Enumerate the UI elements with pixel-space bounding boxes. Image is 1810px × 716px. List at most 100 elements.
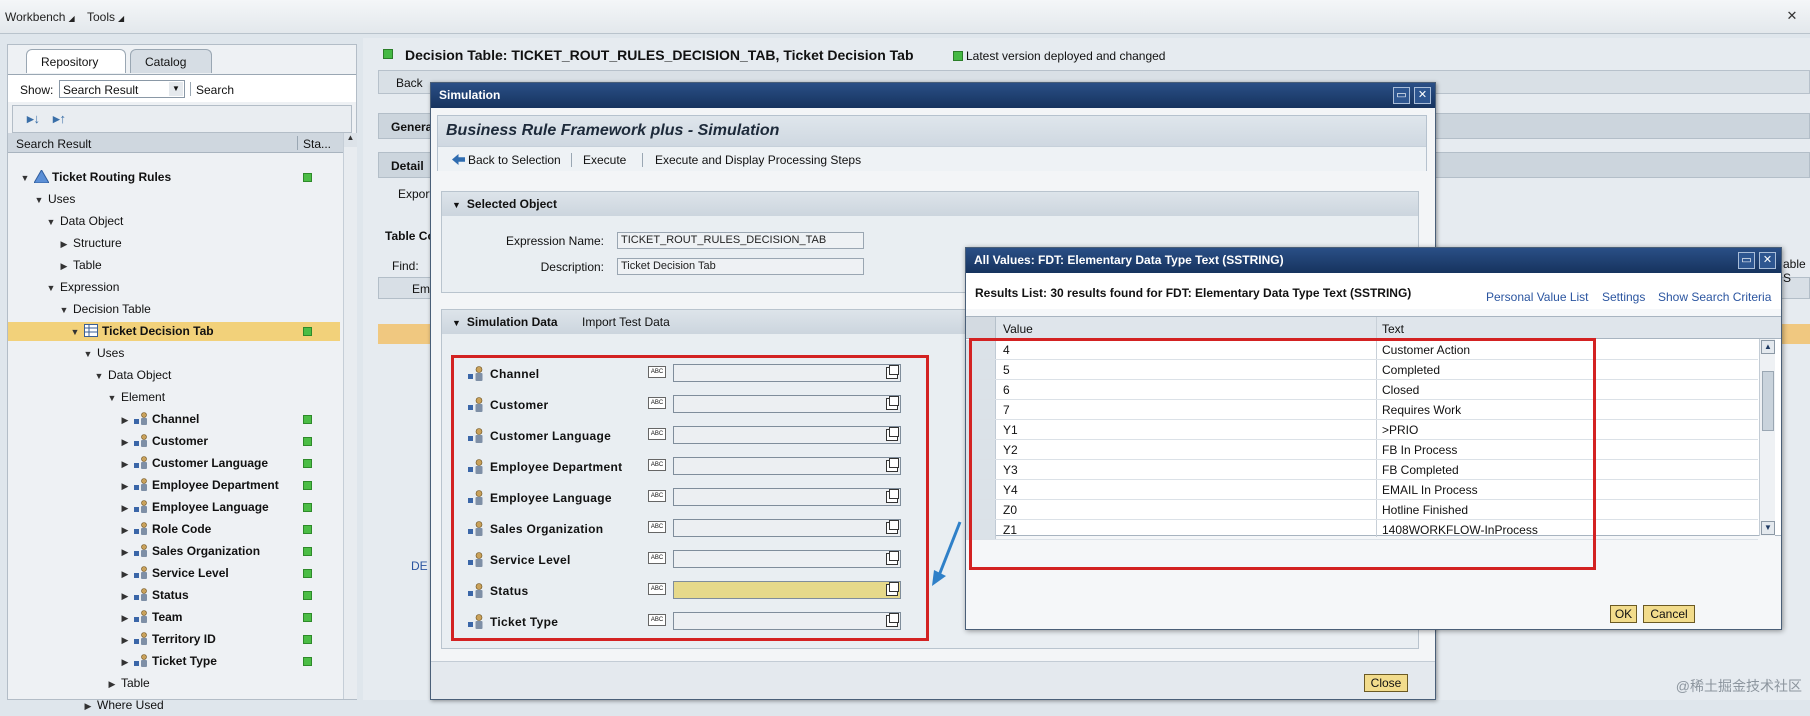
cancel-button[interactable]: Cancel [1643,605,1695,623]
tree-scrollbar[interactable]: ▲ [343,133,357,699]
tree-item[interactable]: ▶ Ticket Type [8,652,340,671]
expanded-triangle-icon[interactable]: ▼ [94,367,104,386]
bg-general[interactable]: Genera [391,120,432,134]
collapsed-triangle-icon[interactable]: ▶ [120,477,130,496]
expanded-triangle-icon[interactable]: ▼ [20,169,30,188]
expanded-triangle-icon[interactable]: ▼ [59,301,69,320]
collapsed-triangle-icon[interactable]: ▶ [120,543,130,562]
collapse-triangle-icon[interactable]: ▼ [452,318,461,328]
simulation-field-input[interactable] [673,426,901,444]
tree-item[interactable]: ▶ Table [8,674,340,693]
col-status[interactable]: Sta... [303,137,331,151]
expanded-triangle-icon[interactable]: ▼ [46,279,56,298]
collapsed-triangle-icon[interactable]: ▶ [120,521,130,540]
simulation-field-input[interactable] [673,364,901,382]
bg-back-button[interactable]: Back [396,76,423,90]
tree-item[interactable]: ▶ Employee Language [8,498,340,517]
show-search-criteria-link[interactable]: Show Search Criteria [1658,290,1771,304]
import-test-data-button[interactable]: Import Test Data [582,315,670,329]
maximize-icon[interactable]: ▭ [1738,252,1755,269]
tree-item[interactable]: ▼ Data Object [8,212,340,231]
tree-item[interactable]: ▶ Employee Department [8,476,340,495]
value-help-icon[interactable] [886,396,899,410]
collapsed-triangle-icon[interactable]: ▶ [120,653,130,672]
tree-item[interactable]: ▶ Role Code [8,520,340,539]
simulation-field-input[interactable] [673,550,901,568]
values-scrollbar[interactable]: ▲ ▼ [1759,339,1775,536]
expand-all-icon[interactable]: ▸↓ [27,111,45,127]
collapsed-triangle-icon[interactable]: ▶ [120,411,130,430]
simulation-title-bar[interactable]: Simulation [431,83,1435,108]
value-help-icon[interactable] [886,613,899,627]
simulation-field-input[interactable] [673,395,901,413]
tree-item[interactable]: ▼ Uses [8,190,340,209]
simulation-field-input[interactable] [673,581,901,599]
select-all-cell[interactable] [966,317,996,338]
personal-value-list-link[interactable]: Personal Value List [1486,290,1589,304]
ok-button[interactable]: OK [1610,605,1637,623]
tree-item[interactable]: ▶ Table [8,256,340,275]
close-button[interactable]: Close [1364,674,1408,692]
tree-item[interactable]: ▶ Team [8,608,340,627]
execute-button[interactable]: Execute [583,153,626,167]
tree-item[interactable]: ▼ Element [8,388,340,407]
scroll-thumb[interactable] [1762,371,1774,431]
collapsed-triangle-icon[interactable]: ▶ [120,587,130,606]
value-help-icon[interactable] [886,582,899,596]
collapsed-triangle-icon[interactable]: ▶ [120,631,130,650]
collapsed-triangle-icon[interactable]: ▶ [59,257,69,276]
expanded-triangle-icon[interactable]: ▼ [34,191,44,210]
scroll-up-icon[interactable]: ▲ [1761,340,1775,354]
collapsed-triangle-icon[interactable]: ▶ [120,609,130,628]
close-icon[interactable]: ✕ [1784,8,1800,24]
close-icon[interactable]: ✕ [1759,252,1776,269]
expanded-triangle-icon[interactable]: ▼ [70,323,80,342]
col-search-result[interactable]: Search Result [16,137,91,151]
scroll-down-icon[interactable]: ▼ [1761,521,1775,535]
value-help-icon[interactable] [886,427,899,441]
tree-item[interactable]: ▶ Service Level [8,564,340,583]
simulation-field-input[interactable] [673,488,901,506]
expanded-triangle-icon[interactable]: ▼ [46,213,56,232]
simulation-field-input[interactable] [673,457,901,475]
expanded-triangle-icon[interactable]: ▼ [83,345,93,364]
search-button[interactable]: Search [196,83,234,97]
tree-item[interactable]: ▶ Customer [8,432,340,451]
tree-item[interactable]: ▼ Decision Table [8,300,340,319]
value-help-icon[interactable] [886,365,899,379]
scroll-up-icon[interactable]: ▲ [344,133,357,147]
menu-tools[interactable]: Tools ◢ [87,10,124,24]
collapsed-triangle-icon[interactable]: ▶ [120,499,130,518]
tree-item[interactable]: ▶ Customer Language [8,454,340,473]
tree-item[interactable]: ▶ Channel [8,410,340,429]
col-value[interactable]: Value [1003,322,1033,336]
tree-item[interactable]: ▼ Uses [8,344,340,363]
value-help-icon[interactable] [886,489,899,503]
collapsed-triangle-icon[interactable]: ▶ [120,433,130,452]
maximize-icon[interactable]: ▭ [1393,87,1410,104]
collapsed-triangle-icon[interactable]: ▶ [107,675,117,694]
tree-item[interactable]: ▶ Where Used [8,696,340,715]
collapsed-triangle-icon[interactable]: ▶ [120,565,130,584]
execute-display-steps-button[interactable]: Execute and Display Processing Steps [655,153,861,167]
tree-item[interactable]: ▶ Structure [8,234,340,253]
selected-object-header[interactable]: ▼ Selected Object [442,192,1418,216]
expanded-triangle-icon[interactable]: ▼ [107,389,117,408]
value-help-icon[interactable] [886,551,899,565]
tree-item[interactable]: ▼ Data Object [8,366,340,385]
simulation-field-input[interactable] [673,519,901,537]
settings-link[interactable]: Settings [1602,290,1645,304]
all-values-title-bar[interactable]: All Values: FDT: Elementary Data Type Te… [966,248,1781,273]
col-text[interactable]: Text [1382,322,1404,336]
simulation-field-input[interactable] [673,612,901,630]
tree-item[interactable]: ▼ Ticket Decision Tab [8,322,340,341]
menu-workbench[interactable]: Workbench ◢ [5,10,75,24]
bg-detail[interactable]: Detail [391,159,424,173]
tab-catalog[interactable]: Catalog [130,49,212,73]
value-help-icon[interactable] [886,458,899,472]
value-help-icon[interactable] [886,520,899,534]
tree-item[interactable]: ▼ Expression [8,278,340,297]
collapsed-triangle-icon[interactable]: ▶ [120,455,130,474]
bg-export[interactable]: Export [398,187,433,201]
tree-item[interactable]: ▶ Status [8,586,340,605]
